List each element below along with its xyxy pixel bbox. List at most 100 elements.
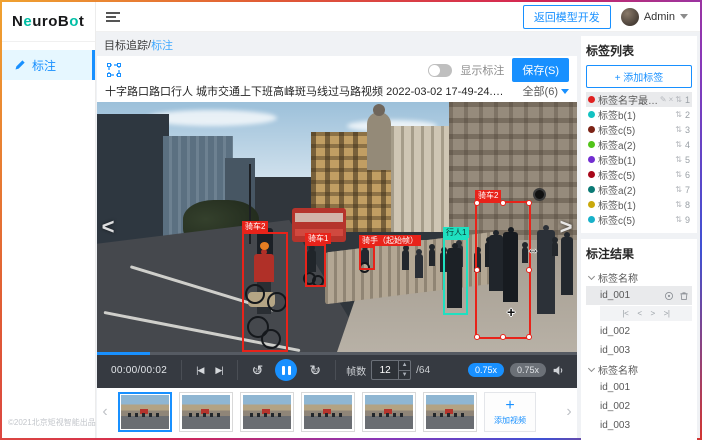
label-filter-dropdown[interactable]: 全部(6) bbox=[523, 83, 569, 99]
pager-prev-icon[interactable]: < bbox=[637, 309, 641, 318]
label-list-item[interactable]: 标签a(2)⇅4 bbox=[586, 137, 692, 152]
pause-button[interactable] bbox=[275, 359, 297, 381]
breadcrumb-parent[interactable]: 目标追踪 bbox=[104, 37, 148, 53]
sort-icon[interactable]: ⇅ bbox=[675, 170, 682, 179]
label-list-item[interactable]: 标签b(1)⇅8 bbox=[586, 197, 692, 212]
top-header: 返回模型开发 Admin bbox=[96, 2, 700, 32]
sidebar-item-label: 标注 bbox=[32, 57, 56, 74]
sort-icon[interactable]: ⇅ bbox=[675, 95, 682, 104]
result-id-row[interactable]: id_003 bbox=[586, 341, 692, 360]
annotation-box[interactable]: 骑车1 bbox=[305, 244, 326, 287]
result-id-row[interactable]: id_001 bbox=[586, 378, 692, 397]
annotation-label: 骑车2 bbox=[475, 190, 501, 201]
progress-bar[interactable] bbox=[97, 352, 577, 355]
frame-down-icon[interactable]: ▼ bbox=[399, 371, 410, 380]
video-thumbnail[interactable] bbox=[179, 392, 233, 432]
result-id-row[interactable]: id_002 bbox=[586, 397, 692, 416]
sort-icon[interactable]: ⇅ bbox=[675, 215, 682, 224]
chevron-down-icon bbox=[680, 14, 688, 19]
result-group-header[interactable]: 标签名称 bbox=[586, 360, 692, 378]
frame-number-input[interactable] bbox=[372, 361, 398, 379]
resize-handle[interactable] bbox=[526, 200, 532, 206]
right-panel: 标签列表 + 添加标签 标签名字最长数...✎×⇅1标签b(1)⇅2标签c(5)… bbox=[578, 32, 700, 438]
sort-icon[interactable]: ⇅ bbox=[675, 155, 682, 164]
user-menu[interactable]: Admin bbox=[621, 8, 688, 26]
resize-handle[interactable] bbox=[474, 267, 480, 273]
result-id-row[interactable]: id_002 bbox=[586, 322, 692, 341]
label-row-icons: ⇅4 bbox=[675, 140, 690, 150]
speed-button-active[interactable]: 0.75x bbox=[468, 363, 504, 377]
delete-icon[interactable] bbox=[679, 291, 689, 301]
prev-video-chevron[interactable]: < bbox=[99, 214, 117, 240]
annotation-box[interactable]: 骑车2 bbox=[475, 201, 531, 339]
video-thumbnail[interactable] bbox=[362, 392, 416, 432]
delete-icon[interactable]: × bbox=[669, 95, 674, 104]
result-group-header[interactable]: 标签名称 bbox=[586, 435, 692, 440]
pager-last-icon[interactable]: >| bbox=[664, 309, 670, 318]
locate-icon[interactable] bbox=[664, 291, 674, 301]
frame-input-wrap: ▲ ▼ bbox=[371, 360, 411, 380]
logo-text: N bbox=[12, 13, 23, 30]
rect-select-tool-icon[interactable] bbox=[105, 61, 123, 79]
resize-handle[interactable] bbox=[474, 334, 480, 340]
label-list-item[interactable]: 标签c(5)⇅9 bbox=[586, 212, 692, 227]
next-frame-button[interactable]: ▶| bbox=[215, 365, 222, 376]
sort-icon[interactable]: ⇅ bbox=[675, 185, 682, 194]
label-order-number: 7 bbox=[685, 185, 690, 195]
label-list-item[interactable]: 标签b(1)⇅5 bbox=[586, 152, 692, 167]
label-order-number: 1 bbox=[685, 95, 690, 105]
annotation-box[interactable]: 行人1 bbox=[443, 238, 468, 315]
tools-right: 显示标注 保存(S) bbox=[428, 58, 569, 82]
thumbs-prev-chevron[interactable]: ‹ bbox=[99, 403, 111, 421]
next-video-chevron[interactable]: > bbox=[557, 214, 575, 240]
sidebar-item-annotate[interactable]: 标注 bbox=[2, 50, 95, 80]
annotation-box[interactable]: 骑车2 bbox=[242, 232, 288, 352]
sort-icon[interactable]: ⇅ bbox=[675, 140, 682, 149]
save-button[interactable]: 保存(S) bbox=[512, 58, 569, 82]
video-thumbnail[interactable] bbox=[240, 392, 294, 432]
label-name: 标签a(2) bbox=[598, 182, 675, 197]
scene-person bbox=[561, 237, 573, 295]
label-list-item[interactable]: 标签a(2)⇅7 bbox=[586, 182, 692, 197]
video-thumbnail[interactable] bbox=[118, 392, 172, 432]
label-list-item[interactable]: 标签b(1)⇅2 bbox=[586, 107, 692, 122]
resize-handle[interactable] bbox=[526, 267, 532, 273]
pager-first-icon[interactable]: |< bbox=[623, 309, 629, 318]
volume-icon[interactable] bbox=[552, 364, 565, 377]
label-list-item[interactable]: 标签c(5)⇅6 bbox=[586, 167, 692, 182]
frame-up-icon[interactable]: ▲ bbox=[399, 361, 410, 371]
resize-handle[interactable] bbox=[526, 334, 532, 340]
label-list-item[interactable]: 标签c(5)⇅3 bbox=[586, 122, 692, 137]
thumbs-next-chevron[interactable]: › bbox=[563, 403, 575, 421]
back-to-model-dev-button[interactable]: 返回模型开发 bbox=[523, 5, 611, 29]
sort-icon[interactable]: ⇅ bbox=[675, 200, 682, 209]
sort-icon[interactable]: ⇅ bbox=[675, 110, 682, 119]
result-id-row[interactable]: id_003 bbox=[586, 416, 692, 435]
resize-handle[interactable] bbox=[500, 200, 506, 206]
sort-icon[interactable]: ⇅ bbox=[675, 125, 682, 134]
show-annotation-toggle[interactable] bbox=[428, 64, 452, 77]
result-group-header[interactable]: 标签名称 bbox=[586, 268, 692, 286]
chevron-down-icon bbox=[561, 89, 569, 94]
label-list-item[interactable]: 标签名字最长数...✎×⇅1 bbox=[586, 92, 692, 107]
menu-collapse-icon[interactable] bbox=[106, 10, 120, 24]
scene-traffic-signal bbox=[533, 188, 546, 201]
resize-handle[interactable] bbox=[474, 200, 480, 206]
skip-forward-10-button[interactable]: ↻10 bbox=[309, 363, 321, 377]
skip-back-10-button[interactable]: ↺10 bbox=[252, 363, 264, 377]
edit-icon[interactable]: ✎ bbox=[660, 95, 667, 104]
video-thumbnail[interactable] bbox=[301, 392, 355, 432]
pager-next-icon[interactable]: > bbox=[651, 309, 655, 318]
add-video-button[interactable]: + 添加视频 bbox=[484, 392, 536, 432]
scene-dome-tower bbox=[367, 112, 391, 170]
speed-button-idle[interactable]: 0.75x bbox=[510, 363, 546, 377]
label-list: 标签名字最长数...✎×⇅1标签b(1)⇅2标签c(5)⇅3标签a(2)⇅4标签… bbox=[586, 92, 692, 227]
label-list-card: 标签列表 + 添加标签 标签名字最长数...✎×⇅1标签b(1)⇅2标签c(5)… bbox=[581, 36, 697, 233]
video-thumbnail[interactable] bbox=[423, 392, 477, 432]
prev-frame-button[interactable]: |◀ bbox=[196, 365, 203, 376]
annotation-box[interactable]: 骑手（起始帧） bbox=[359, 246, 375, 270]
add-label-button[interactable]: + 添加标签 bbox=[586, 65, 692, 88]
result-id-row[interactable]: id_001 bbox=[586, 286, 692, 305]
resize-handle[interactable] bbox=[500, 334, 506, 340]
video-canvas[interactable]: 骑车2骑车1骑手（起始帧）行人1骑车2 < > ↔ + bbox=[97, 102, 577, 352]
